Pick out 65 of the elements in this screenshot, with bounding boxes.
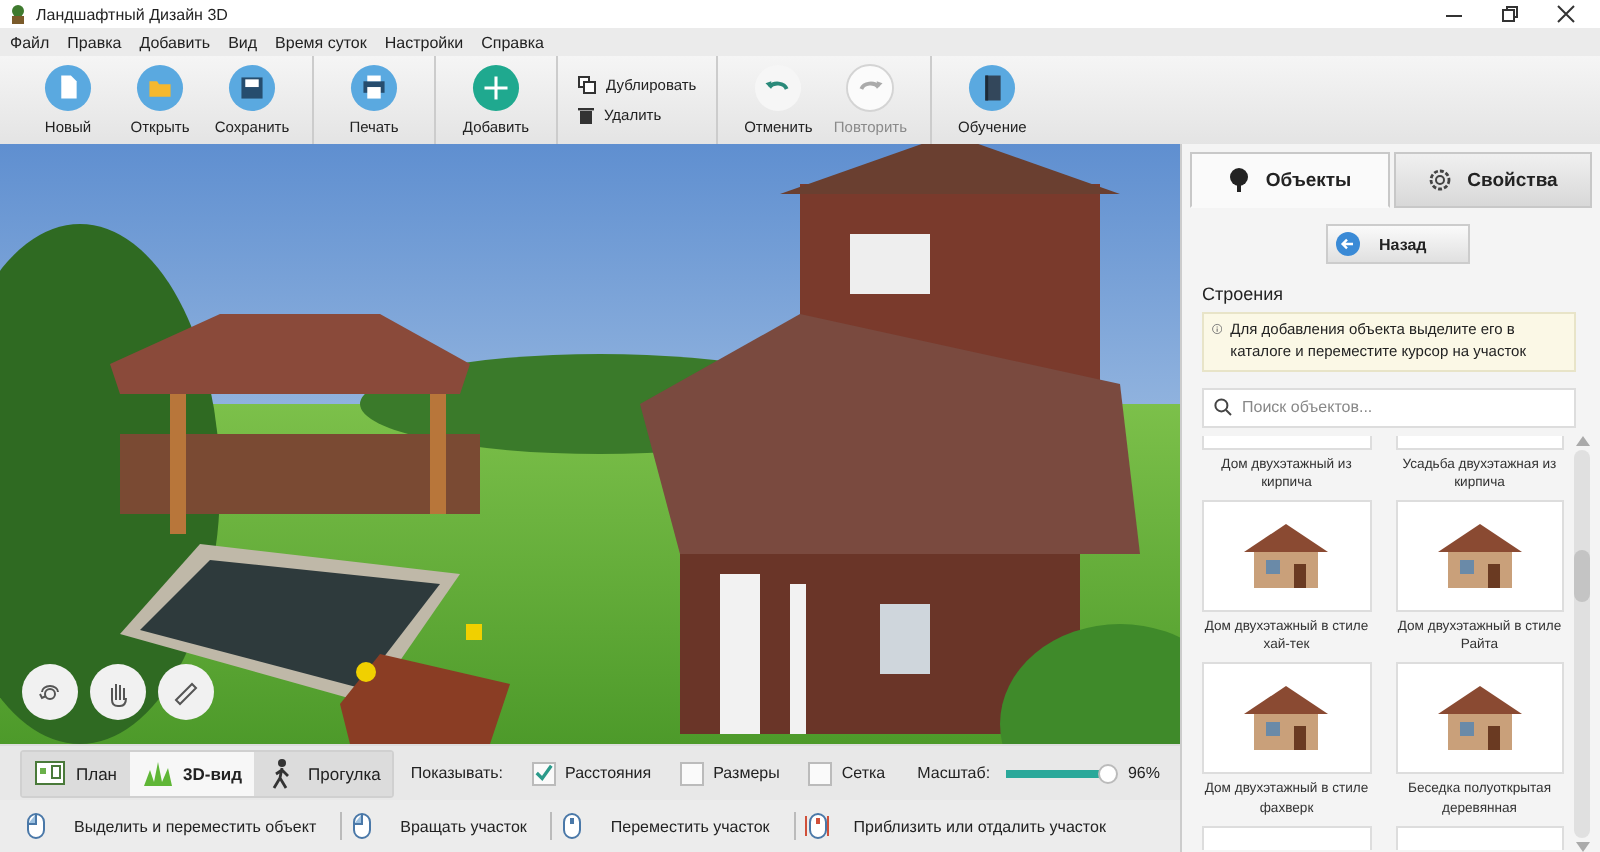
slider-thumb[interactable] (1097, 763, 1118, 783)
close-icon[interactable] (1556, 4, 1576, 24)
new-file-icon (44, 64, 92, 112)
search-box[interactable]: Поиск объектов... (1202, 387, 1576, 428)
show-label: Показывать: (410, 764, 504, 782)
app-logo-icon (8, 4, 28, 24)
menu-item[interactable]: Настройки (378, 33, 476, 51)
panel-tab[interactable]: Свойства (1393, 152, 1592, 208)
status-hint: Приблизить или отдалить участок (853, 817, 1106, 835)
view-tab[interactable]: План (22, 751, 129, 795)
floppy-disk-icon (228, 64, 276, 112)
trash-icon (578, 106, 594, 124)
checkbox-option[interactable]: Расстояния (531, 761, 652, 785)
view-tab[interactable]: Прогулка (254, 751, 393, 795)
back-arrow-icon (1335, 232, 1359, 256)
window-title: Ландшафтный Дизайн 3D (36, 5, 230, 23)
checkbox-option[interactable]: Сетка (807, 761, 886, 785)
plus-icon (472, 64, 520, 112)
status-hint: Выделить и переместить объект (74, 817, 317, 835)
menu-item[interactable]: Вид (222, 33, 270, 51)
building-thumbnail[interactable] (1202, 500, 1371, 613)
checkbox[interactable] (531, 761, 556, 785)
building-thumbnail[interactable] (1395, 500, 1564, 613)
info-icon (1212, 320, 1223, 338)
menu-item[interactable]: Время суток (269, 33, 379, 51)
building-thumbnail[interactable] (1202, 435, 1371, 450)
building-thumbnail[interactable] (1202, 662, 1371, 775)
search-icon (1214, 398, 1232, 417)
printer-icon (350, 64, 398, 112)
status-hint: Переместить участок (610, 817, 770, 835)
building-thumbnail[interactable] (1395, 825, 1564, 850)
scrollbar[interactable] (1574, 449, 1590, 838)
book-icon (968, 64, 1017, 112)
zoom-reading: 96% (1127, 764, 1160, 782)
view-tab[interactable]: 3D-вид (129, 751, 255, 795)
building-thumbnail[interactable] (1395, 662, 1564, 775)
redo-icon (846, 64, 895, 112)
mouse-icon (350, 812, 377, 840)
checkbox-option[interactable]: Размеры (679, 761, 780, 785)
menu-item[interactable]: Справка (475, 33, 556, 51)
plan-icon (34, 757, 66, 789)
gear-icon (1427, 168, 1452, 192)
back-button[interactable]: Назад (1325, 224, 1469, 264)
status-hint: Вращать участок (400, 817, 527, 835)
zoom-label: Масштаб: (917, 764, 991, 782)
scroll-down-icon (1575, 842, 1589, 852)
folder-icon (136, 64, 184, 112)
menu-item[interactable]: Файл (4, 33, 62, 51)
mouse-icon (24, 812, 50, 840)
search-field[interactable]: Поиск объектов... (1242, 389, 1564, 426)
mouse-icon (560, 812, 587, 840)
building-thumbnail[interactable] (1395, 435, 1564, 450)
menu-item[interactable]: Правка (61, 33, 134, 51)
building-thumbnail[interactable] (1202, 825, 1371, 850)
restore-icon[interactable] (1500, 4, 1520, 24)
scrollbar-thumb[interactable] (1574, 549, 1590, 602)
checkbox[interactable] (807, 761, 832, 785)
copy-icon (578, 76, 596, 94)
panel-tab[interactable]: Объекты (1190, 152, 1389, 208)
mouse-icon (803, 812, 830, 840)
tree-icon (1227, 168, 1250, 192)
checkbox[interactable] (679, 761, 704, 785)
checkmark-icon (533, 762, 554, 784)
section-title: Строения (1202, 284, 1286, 304)
menu-item[interactable]: Добавить (133, 33, 223, 51)
